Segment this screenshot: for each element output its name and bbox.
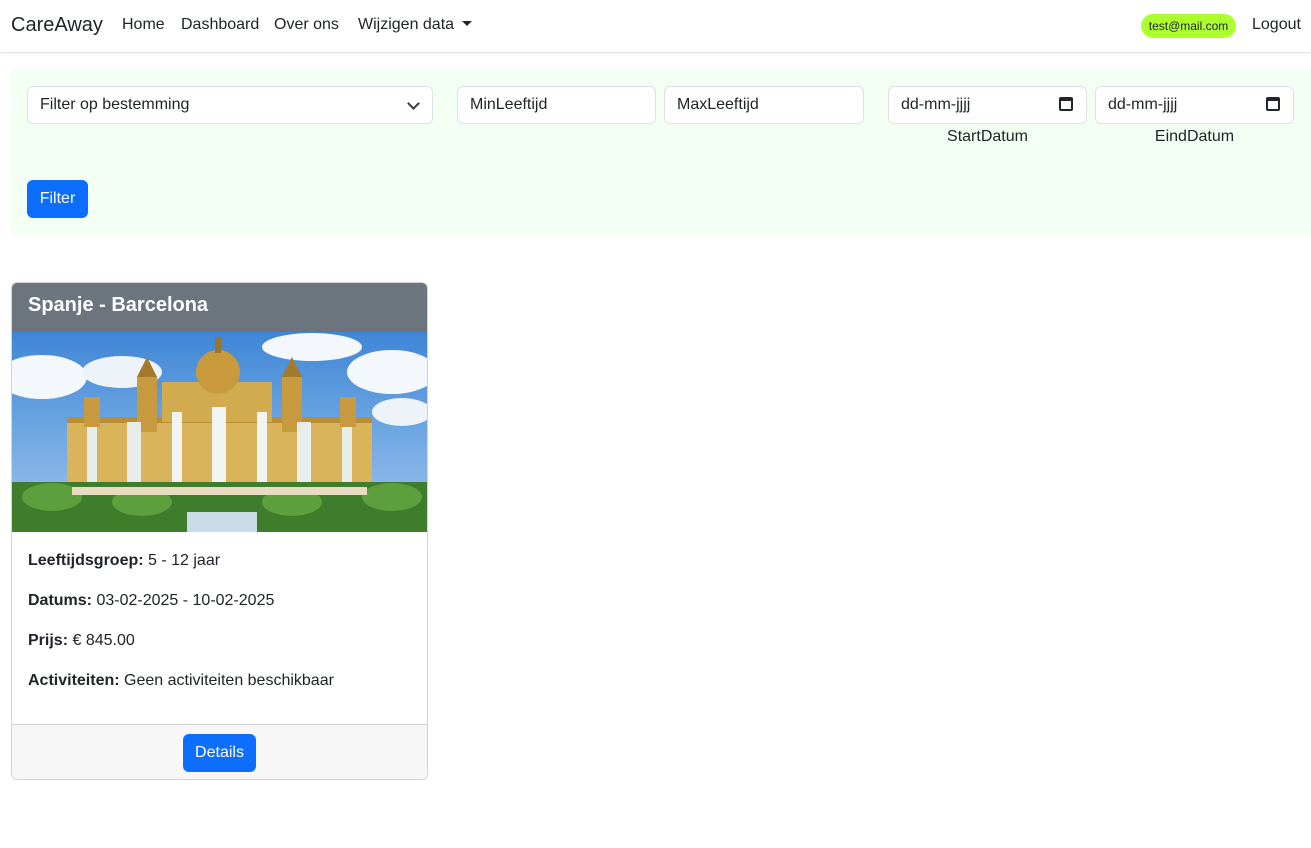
nav-over-ons-link[interactable]: Over ons	[274, 16, 339, 34]
price-label: Prijs:	[28, 632, 69, 649]
user-email-badge: test@mail.com	[1141, 14, 1236, 38]
destination-select-value: Filter op bestemming	[40, 96, 190, 113]
navbar: CareAway Home Dashboard Over ons Wijzige…	[0, 0, 1311, 53]
card-body: Leeftijdsgroep: 5 - 12 jaar Datums: 03-0…	[28, 551, 413, 711]
dates-label: Datums:	[28, 592, 93, 609]
calendar-icon[interactable]	[1266, 97, 1280, 111]
barcelona-palace-image	[12, 332, 427, 532]
end-date-input[interactable]: dd-mm-jjjj	[1095, 86, 1294, 124]
start-date-input[interactable]: dd-mm-jjjj	[888, 86, 1087, 124]
wijzigen-data-dropdown[interactable]: Wijzigen data	[358, 16, 473, 34]
card-title: Spanje - Barcelona	[12, 283, 427, 332]
min-age-input[interactable]: MinLeeftijd	[457, 86, 656, 124]
end-date-label: EindDatum	[1154, 128, 1235, 145]
dates-value: 03-02-2025 - 10-02-2025	[96, 592, 275, 609]
card-footer: Details	[12, 724, 427, 779]
trip-card: Spanje - Barcelona Leeftijdsgroep: 5 - 1…	[11, 282, 428, 780]
price-value: € 845.00	[72, 632, 135, 649]
activities-row: Activiteiten: Geen activiteiten beschikb…	[28, 671, 413, 691]
caret-down-icon	[462, 21, 473, 26]
filter-panel: Filter op bestemming MinLeeftijd MaxLeef…	[11, 69, 1311, 235]
dropdown-label: Wijzigen data	[358, 16, 455, 33]
price-row: Prijs: € 845.00	[28, 631, 413, 651]
start-date-label: StartDatum	[947, 128, 1028, 145]
chevron-down-icon	[407, 97, 420, 110]
activities-value: Geen activiteiten beschikbaar	[124, 672, 334, 689]
age-group-row: Leeftijdsgroep: 5 - 12 jaar	[28, 551, 413, 571]
age-group-label: Leeftijdsgroep:	[28, 552, 144, 569]
logout-link[interactable]: Logout	[1252, 16, 1301, 34]
end-date-value: dd-mm-jjjj	[1108, 96, 1178, 113]
calendar-icon[interactable]	[1059, 97, 1073, 111]
nav-dashboard-link[interactable]: Dashboard	[181, 16, 259, 34]
filter-button[interactable]: Filter	[27, 180, 88, 218]
destination-image	[12, 332, 427, 532]
details-button[interactable]: Details	[183, 734, 256, 772]
dates-row: Datums: 03-02-2025 - 10-02-2025	[28, 591, 413, 611]
destination-select[interactable]: Filter op bestemming	[27, 86, 433, 124]
max-age-input[interactable]: MaxLeeftijd	[664, 86, 864, 124]
brand-logo[interactable]: CareAway	[11, 14, 103, 37]
activities-label: Activiteiten:	[28, 672, 120, 689]
age-group-value: 5 - 12 jaar	[148, 552, 221, 569]
nav-home-link[interactable]: Home	[122, 16, 165, 34]
start-date-value: dd-mm-jjjj	[901, 96, 971, 113]
